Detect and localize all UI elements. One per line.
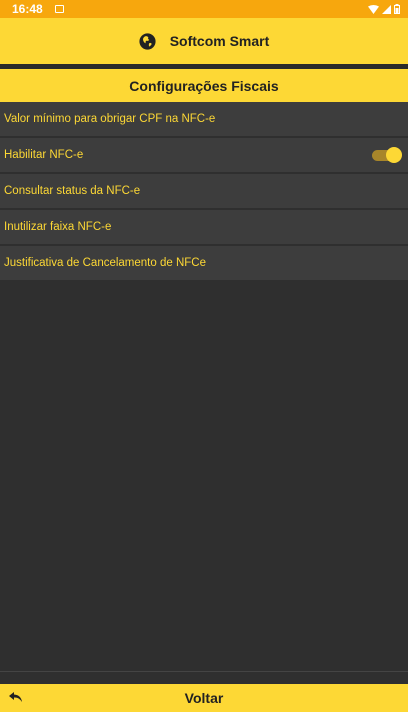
setting-label: Justificativa de Cancelamento de NFCe bbox=[4, 257, 206, 269]
setting-label: Inutilizar faixa NFC-e bbox=[4, 221, 112, 233]
wifi-icon bbox=[368, 4, 379, 14]
app-title: Softcom Smart bbox=[169, 33, 270, 49]
status-right bbox=[368, 4, 400, 14]
back-label: Voltar bbox=[184, 690, 224, 706]
status-bar: 16:48 bbox=[0, 0, 408, 18]
status-left: 16:48 bbox=[12, 2, 64, 16]
section-header: Configurações Fiscais bbox=[0, 69, 408, 102]
toggle-thumb bbox=[386, 147, 402, 163]
battery-icon bbox=[394, 4, 400, 14]
enable-nfce-toggle[interactable] bbox=[372, 147, 402, 163]
setting-void-nfce-range[interactable]: Inutilizar faixa NFC-e bbox=[0, 210, 408, 244]
setting-label: Habilitar NFC-e bbox=[4, 149, 84, 161]
section-title: Configurações Fiscais bbox=[129, 77, 279, 94]
signal-icon bbox=[382, 4, 391, 14]
setting-enable-nfce[interactable]: Habilitar NFC-e bbox=[0, 138, 408, 172]
settings-list: Valor mínimo para obrigar CPF na NFC-e H… bbox=[0, 102, 408, 282]
globe-icon bbox=[139, 32, 156, 50]
bottom-divider bbox=[0, 671, 408, 672]
setting-cancellation-justification[interactable]: Justificativa de Cancelamento de NFCe bbox=[0, 246, 408, 280]
app-bar: Softcom Smart bbox=[0, 18, 408, 64]
notification-icon bbox=[54, 5, 64, 13]
setting-min-cpf-value[interactable]: Valor mínimo para obrigar CPF na NFC-e bbox=[0, 102, 408, 136]
setting-label: Valor mínimo para obrigar CPF na NFC-e bbox=[4, 113, 216, 125]
status-time: 16:48 bbox=[12, 2, 43, 16]
back-arrow-icon bbox=[9, 692, 22, 702]
setting-label: Consultar status da NFC-e bbox=[4, 185, 141, 197]
back-button[interactable]: Voltar bbox=[0, 684, 408, 712]
setting-check-nfce-status[interactable]: Consultar status da NFC-e bbox=[0, 174, 408, 208]
